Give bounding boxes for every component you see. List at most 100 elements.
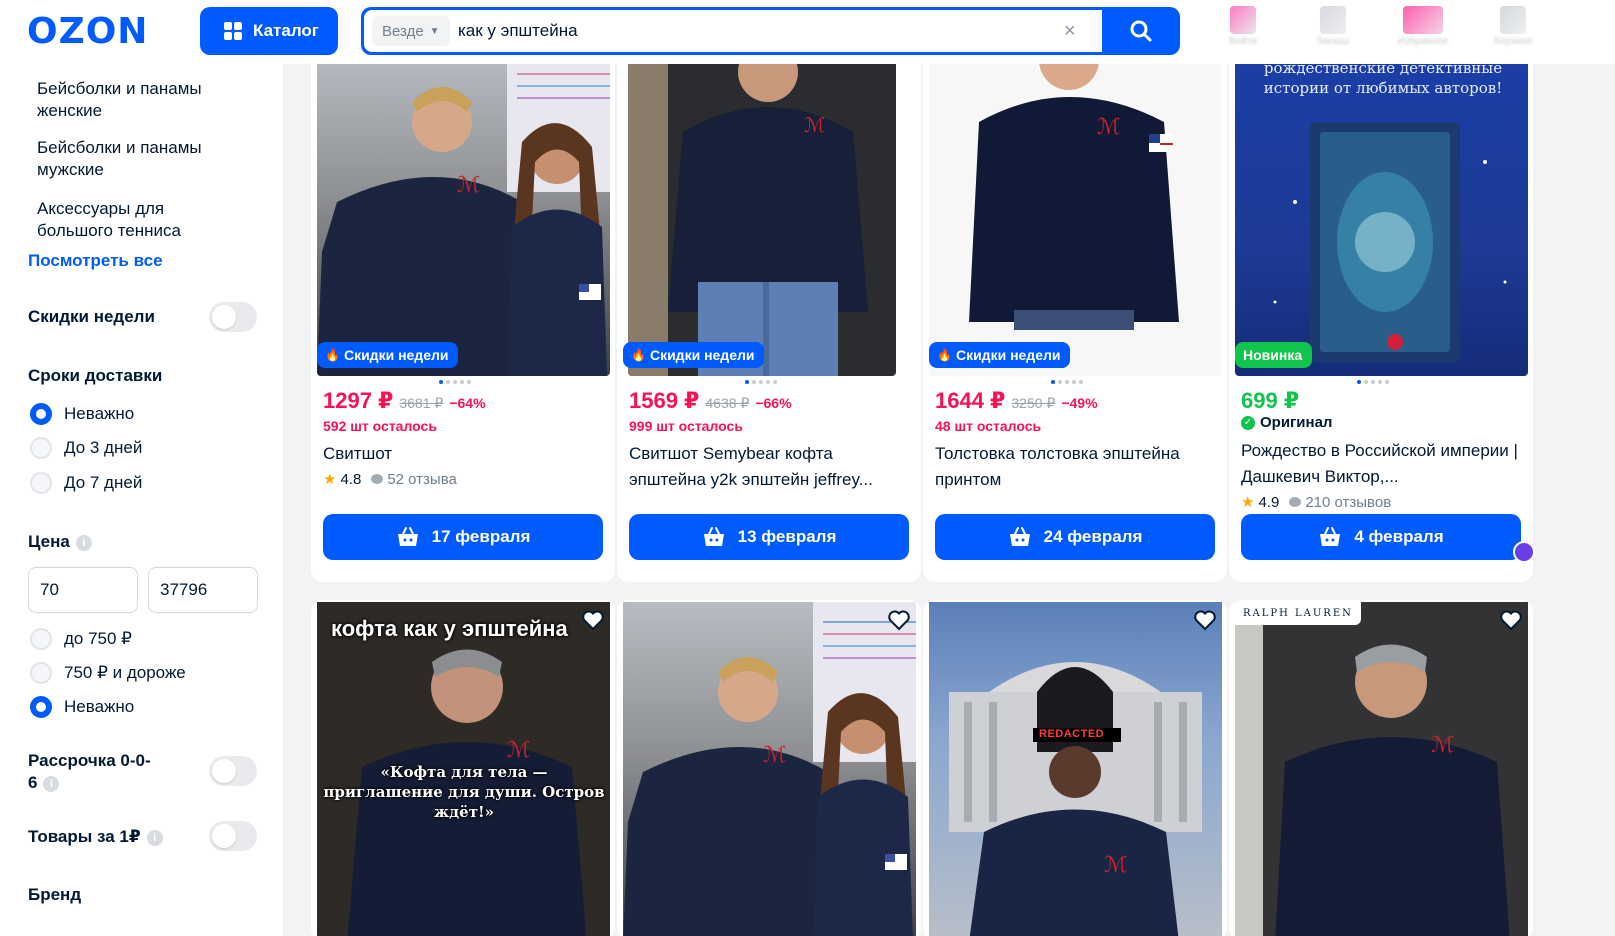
original-text: Оригинал bbox=[1260, 414, 1333, 431]
old-price: 3681 ₽ bbox=[399, 395, 444, 411]
product-image[interactable]: ℳ RALPH LAUREN bbox=[1235, 602, 1528, 936]
price-to-input[interactable]: 37796 bbox=[148, 567, 258, 613]
favorite-heart-icon[interactable] bbox=[1193, 608, 1217, 632]
product-image[interactable]: ℳ кофта как у эпштейна «Кофта для тела —… bbox=[317, 602, 610, 936]
add-to-cart-button[interactable]: 17 февраля bbox=[323, 514, 603, 560]
overlay-title: кофта как у эпштейна bbox=[331, 616, 568, 641]
search-scope-select[interactable]: Везде ▼ bbox=[372, 16, 450, 46]
svg-text:ℳ: ℳ bbox=[763, 743, 787, 768]
delivery-option[interactable]: До 7 дней bbox=[30, 472, 142, 494]
stock-left: 592 шт осталось bbox=[323, 418, 437, 434]
search-button[interactable] bbox=[1102, 7, 1180, 55]
product-title[interactable]: Свитшот Semybear кофта эпштейна y2k эпшт… bbox=[629, 441, 907, 493]
add-to-cart-button[interactable]: 24 февраля bbox=[935, 514, 1215, 560]
search-scope-label: Везде bbox=[382, 22, 424, 40]
rating: ★ 4.8 52 отзыва bbox=[323, 470, 457, 489]
favorites-icon[interactable]: Избранное bbox=[1395, 6, 1451, 47]
product-photo bbox=[1273, 122, 1507, 362]
installment-label: Рассрочка 0-0-6 i bbox=[28, 750, 158, 794]
category-link[interactable]: Бейсболки и панамы женские bbox=[37, 78, 237, 122]
svg-text:ℳ: ℳ bbox=[1431, 733, 1455, 758]
one-ruble-toggle[interactable] bbox=[209, 821, 257, 851]
product-title[interactable]: Рождество в Российской империи | Дашкеви… bbox=[1241, 438, 1519, 490]
price-option-label: до 750 ₽ bbox=[64, 629, 132, 648]
info-icon[interactable]: i bbox=[75, 534, 92, 551]
svg-text:ℳ: ℳ bbox=[1097, 115, 1121, 140]
product-card[interactable]: ℳ 🔥 Скидки недели 1569 ₽ 4638 ₽ −66% 999 … bbox=[617, 64, 921, 582]
orders-icon[interactable]: Заказы bbox=[1305, 6, 1361, 47]
see-all-link[interactable]: Посмотреть все bbox=[28, 251, 163, 271]
add-to-cart-button[interactable]: 13 февраля bbox=[629, 514, 909, 560]
clear-icon[interactable]: × bbox=[1064, 19, 1076, 43]
product-card[interactable]: ℳ bbox=[617, 600, 921, 936]
price-option[interactable]: 750 ₽ и дороже bbox=[30, 662, 186, 684]
discount-percent: −49% bbox=[1061, 395, 1098, 411]
cart-icon[interactable]: Корзина bbox=[1485, 6, 1541, 47]
add-to-cart-button[interactable]: 4 февраля bbox=[1241, 514, 1521, 560]
stock-left: 48 шт осталось bbox=[935, 418, 1042, 434]
category-link[interactable]: Бейсболки и панамы мужские bbox=[37, 137, 237, 181]
rating-value: 4.8 bbox=[340, 470, 362, 488]
reviews-count[interactable]: 52 отзыва bbox=[387, 471, 457, 488]
product-card[interactable]: рождественские детективные истории от лю… bbox=[1229, 64, 1535, 582]
product-card[interactable]: ℳ REDACTED bbox=[923, 600, 1227, 936]
installment-toggle[interactable] bbox=[209, 756, 257, 786]
grid-icon bbox=[224, 22, 242, 40]
product-photo: ℳ bbox=[949, 662, 1202, 936]
favorite-heart-icon[interactable] bbox=[1499, 608, 1523, 632]
product-title[interactable]: Свитшот bbox=[323, 441, 601, 467]
discount-percent: −66% bbox=[755, 395, 792, 411]
assistant-icon[interactable] bbox=[1513, 541, 1535, 563]
product-photo: ℳ bbox=[969, 64, 1179, 330]
radio-icon bbox=[30, 437, 52, 459]
product-photo: ℳ bbox=[1235, 602, 1528, 936]
delivery-title: Сроки доставки bbox=[28, 366, 163, 385]
catalog-button[interactable]: Каталог bbox=[200, 7, 338, 55]
reviews-count[interactable]: 210 отзывов bbox=[1305, 494, 1391, 511]
price-row: 1569 ₽ 4638 ₽ −66% bbox=[629, 388, 792, 414]
fire-icon: 🔥 bbox=[937, 348, 952, 362]
favorite-heart-icon[interactable] bbox=[887, 608, 911, 632]
product-card[interactable]: ℳ RALPH LAUREN bbox=[1229, 600, 1533, 936]
ozon-logo[interactable]: OZON bbox=[27, 12, 148, 52]
svg-text:ℳ: ℳ bbox=[804, 113, 825, 137]
price-option[interactable]: до 750 ₽ bbox=[30, 628, 132, 650]
week-discounts-toggle[interactable] bbox=[209, 302, 257, 332]
product-image[interactable]: ℳ bbox=[623, 602, 916, 936]
star-icon: ★ bbox=[1241, 494, 1255, 511]
product-title[interactable]: Толстовка толстовка эпштейна принтом bbox=[935, 441, 1213, 493]
product-card[interactable]: ℳ кофта как у эпштейна «Кофта для тела —… bbox=[311, 600, 615, 936]
week-discounts-label: Скидки недели bbox=[28, 307, 155, 326]
info-icon[interactable]: i bbox=[146, 829, 163, 846]
header: OZON Каталог Везде ▼ × Войти Заказы Избр… bbox=[0, 0, 1615, 64]
category-link[interactable]: Аксессуары для большого тенниса bbox=[37, 198, 237, 242]
image-pager bbox=[1051, 380, 1083, 384]
user-icon[interactable]: Войти bbox=[1215, 6, 1271, 47]
delivery-option[interactable]: Неважно bbox=[30, 403, 134, 425]
brand-tag: RALPH LAUREN bbox=[1235, 602, 1361, 625]
search-field-wrapper: Везде ▼ × bbox=[364, 10, 1102, 52]
product-card[interactable]: ℳ 🔥 Скидки недели 1644 ₽ 3250 ₽ −49% 48 ш… bbox=[923, 64, 1227, 582]
favorite-heart-icon[interactable] bbox=[581, 608, 605, 632]
product-image[interactable]: рождественские детективные истории от лю… bbox=[1235, 64, 1528, 376]
search-input[interactable] bbox=[458, 16, 1018, 46]
price-from-input[interactable]: 70 bbox=[28, 567, 138, 613]
product-card[interactable]: ℳ 🔥 Скидки недели 1297 ₽ 3681 ₽ −64% 592 … bbox=[311, 64, 615, 582]
book-banner-text: рождественские детективные истории от лю… bbox=[1263, 64, 1503, 97]
basket-icon bbox=[1320, 527, 1341, 546]
brand-title: Бренд bbox=[28, 885, 82, 904]
price-option[interactable]: Неважно bbox=[30, 696, 134, 718]
product-image[interactable]: ℳ bbox=[929, 64, 1222, 376]
product-image[interactable]: ℳ bbox=[628, 64, 896, 376]
basket-icon bbox=[1009, 527, 1030, 546]
price-row: 699 ₽ bbox=[1241, 388, 1299, 414]
discount-badge: 🔥 Скидки недели bbox=[929, 342, 1071, 368]
price: 1297 ₽ bbox=[323, 388, 394, 413]
basket-icon bbox=[397, 527, 418, 546]
fire-icon: 🔥 bbox=[325, 348, 340, 362]
info-icon[interactable]: i bbox=[43, 775, 60, 792]
delivery-option[interactable]: До 3 дней bbox=[30, 437, 142, 459]
product-image[interactable]: ℳ bbox=[317, 64, 610, 376]
product-photo: ℳ bbox=[623, 602, 916, 936]
product-image[interactable]: ℳ REDACTED bbox=[929, 602, 1222, 936]
